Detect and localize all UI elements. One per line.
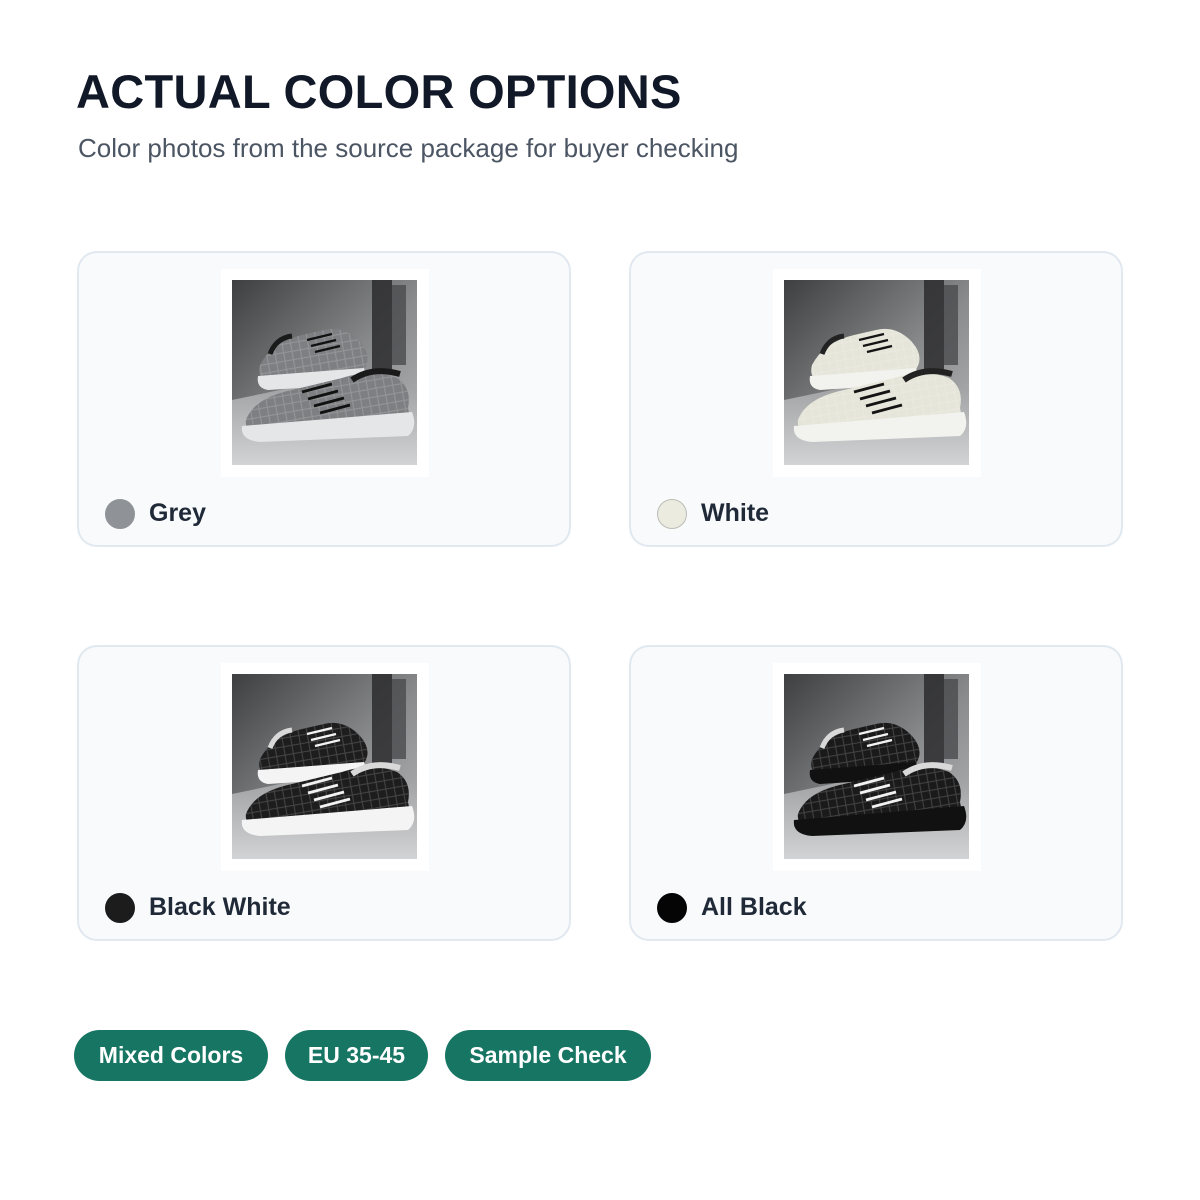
page-title: ACTUAL COLOR OPTIONS — [76, 65, 682, 118]
color-label: Grey — [149, 499, 206, 527]
color-option-card-white[interactable]: White — [629, 251, 1123, 547]
color-option-card-black-white[interactable]: Black White — [77, 645, 571, 941]
product-photo-frame — [221, 269, 429, 477]
color-label: Black White — [149, 893, 291, 921]
color-option-card-grey[interactable]: Grey — [77, 251, 571, 547]
color-option-card-all-black[interactable]: All Black — [629, 645, 1123, 941]
color-label: All Black — [701, 893, 807, 921]
color-swatch-black-white — [105, 893, 135, 923]
color-swatch-all-black — [657, 893, 687, 923]
tag-size-range: EU 35-45 — [285, 1030, 428, 1081]
product-photo-frame — [221, 663, 429, 871]
product-photo-grey — [232, 280, 417, 465]
product-photo-frame — [773, 269, 981, 477]
product-photo-black-white — [232, 674, 417, 859]
color-swatch-white — [657, 499, 687, 529]
tag-mixed-colors: Mixed Colors — [74, 1030, 268, 1081]
tag-sample-check: Sample Check — [445, 1030, 651, 1081]
page-subtitle: Color photos from the source package for… — [78, 133, 739, 163]
product-photo-all-black — [784, 674, 969, 859]
color-swatch-grey — [105, 499, 135, 529]
color-label: White — [701, 499, 770, 527]
product-photo-frame — [773, 663, 981, 871]
product-photo-white — [784, 280, 969, 465]
